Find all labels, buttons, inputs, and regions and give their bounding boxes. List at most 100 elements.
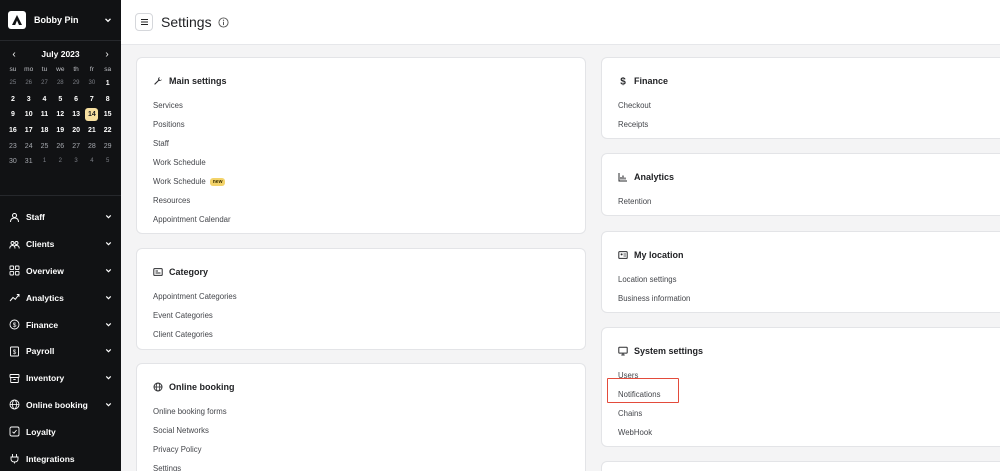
calendar-day[interactable]: 12 <box>52 107 68 123</box>
calendar-day-number: 20 <box>72 127 80 135</box>
calendar-day[interactable]: 27 <box>68 139 84 155</box>
settings-link[interactable]: Social Networks <box>153 421 569 440</box>
chevron-down-icon <box>104 369 113 387</box>
settings-link[interactable]: Business information <box>618 289 994 308</box>
calendar-day[interactable]: 30 <box>84 76 100 92</box>
calendar-day-number: 5 <box>58 95 63 103</box>
calendar-month-title[interactable]: July 2023 <box>41 49 79 59</box>
info-icon[interactable] <box>218 16 229 28</box>
calendar-day-number: 25 <box>9 80 17 86</box>
calendar-day[interactable]: 29 <box>68 76 84 92</box>
settings-link[interactable]: Receipts <box>618 115 994 134</box>
sidebar-item-loyalty[interactable]: Loyalty <box>0 418 121 445</box>
calendar-day[interactable]: 11 <box>37 107 53 123</box>
sidebar-item-payroll[interactable]: $ Payroll <box>0 338 121 365</box>
calendar-day[interactable]: 2 <box>52 154 68 170</box>
settings-link[interactable]: Client Categories <box>153 325 569 344</box>
calendar-day[interactable]: 5 <box>100 154 116 170</box>
calendar-day[interactable]: 17 <box>21 123 37 139</box>
calendar-day[interactable]: 8 <box>100 92 116 108</box>
calendar-day[interactable]: 23 <box>5 139 21 155</box>
settings-link[interactable]: Online booking forms <box>153 402 569 421</box>
settings-link[interactable]: Staff <box>153 134 569 153</box>
calendar-day-number: 15 <box>103 111 112 119</box>
card-title: Finance <box>634 76 669 86</box>
calendar-day[interactable]: 29 <box>100 139 116 155</box>
calendar-day[interactable]: 27 <box>37 76 53 92</box>
integrations-icon <box>9 453 20 464</box>
settings-link[interactable]: Event Categories <box>153 306 569 325</box>
weekday-label: su <box>9 66 17 73</box>
calendar-day[interactable]: 6 <box>68 92 84 108</box>
sidebar-item-label: Integrations <box>26 453 75 464</box>
sidebar-item-analytics[interactable]: Analytics <box>0 284 121 311</box>
calendar-day[interactable]: 16 <box>5 123 21 139</box>
card-online-booking: Online booking Online booking forms Soci… <box>136 363 586 471</box>
settings-link[interactable]: Services <box>153 96 569 115</box>
calendar-day[interactable]: 28 <box>84 139 100 155</box>
settings-link[interactable]: Settings <box>153 459 569 471</box>
settings-link[interactable]: Resources <box>153 191 569 210</box>
calendar-prev-icon[interactable]: ‹ <box>9 49 19 60</box>
calendar-day[interactable]: 26 <box>52 139 68 155</box>
settings-link[interactable]: Positions <box>153 115 569 134</box>
settings-link[interactable]: WebHook <box>618 423 994 442</box>
calendar-day[interactable]: 3 <box>68 154 84 170</box>
calendar-day[interactable]: 5 <box>52 92 68 108</box>
calendar-day[interactable]: 10 <box>21 107 37 123</box>
settings-link-notifications[interactable]: Notifications <box>618 385 994 404</box>
calendar-day[interactable]: 25 <box>5 76 21 92</box>
sidebar-item-label: Online booking <box>26 399 88 410</box>
settings-link[interactable]: Checkout <box>618 96 994 115</box>
calendar-day[interactable]: 25 <box>37 139 53 155</box>
globe-icon <box>9 399 20 410</box>
sidebar-item-inventory[interactable]: Inventory <box>0 365 121 392</box>
sidebar-item-integrations[interactable]: Integrations <box>0 445 121 471</box>
calendar-day[interactable]: 2 <box>5 92 21 108</box>
calendar-day[interactable]: 21 <box>84 123 100 139</box>
location-card-icon <box>618 250 628 260</box>
calendar-day[interactable]: 15 <box>100 107 116 123</box>
chevron-down-icon <box>104 396 113 414</box>
menu-toggle-button[interactable] <box>135 13 153 31</box>
calendar-day[interactable]: 3 <box>21 92 37 108</box>
calendar-day[interactable]: 18 <box>37 123 53 139</box>
calendar-day[interactable]: 4 <box>84 154 100 170</box>
calendar-day[interactable]: 22 <box>100 123 116 139</box>
calendar-day[interactable]: 26 <box>21 76 37 92</box>
sidebar-item-overview[interactable]: Overview <box>0 258 121 285</box>
sidebar-item-online-booking[interactable]: Online booking <box>0 392 121 419</box>
calendar-day[interactable]: 19 <box>52 123 68 139</box>
settings-link[interactable]: Work Schedule <box>153 153 569 172</box>
calendar-day[interactable]: 9 <box>5 107 21 123</box>
calendar-next-icon[interactable]: › <box>102 49 112 60</box>
settings-link[interactable]: Chains <box>618 404 994 423</box>
calendar-day[interactable]: 4 <box>37 92 53 108</box>
calendar-day-today[interactable]: 14 <box>84 107 100 123</box>
sidebar-item-finance[interactable]: $ Finance <box>0 311 121 338</box>
sidebar-item-clients[interactable]: Clients <box>0 231 121 258</box>
calendar-day[interactable]: 1 <box>100 76 116 92</box>
sidebar-item-label: Payroll <box>26 346 55 357</box>
settings-link[interactable]: Retention <box>618 192 994 211</box>
calendar-day[interactable]: 31 <box>21 154 37 170</box>
settings-link[interactable]: Appointment Calendar <box>153 210 569 229</box>
settings-link[interactable]: Users <box>618 366 994 385</box>
brand-switcher[interactable]: Bobby Pin <box>0 0 121 40</box>
calendar-day[interactable]: 24 <box>21 139 37 155</box>
calendar-day[interactable]: 13 <box>68 107 84 123</box>
settings-link[interactable]: Appointment Categories <box>153 287 569 306</box>
calendar-day[interactable]: 30 <box>5 154 21 170</box>
settings-link[interactable]: Privacy Policy <box>153 440 569 459</box>
calendar-day-number: 30 <box>9 158 17 166</box>
calendar-day[interactable]: 28 <box>52 76 68 92</box>
settings-link[interactable]: Location settings <box>618 270 994 289</box>
card-category: Category Appointment Categories Event Ca… <box>136 248 586 350</box>
sidebar-item-staff[interactable]: Staff <box>0 204 121 231</box>
divider <box>0 195 121 196</box>
calendar-day[interactable]: 7 <box>84 92 100 108</box>
settings-link-with-badge[interactable]: Work Schedule new <box>153 172 569 191</box>
calendar-day[interactable]: 1 <box>37 154 53 170</box>
calendar-day-number: 28 <box>56 80 64 86</box>
calendar-day[interactable]: 20 <box>68 123 84 139</box>
